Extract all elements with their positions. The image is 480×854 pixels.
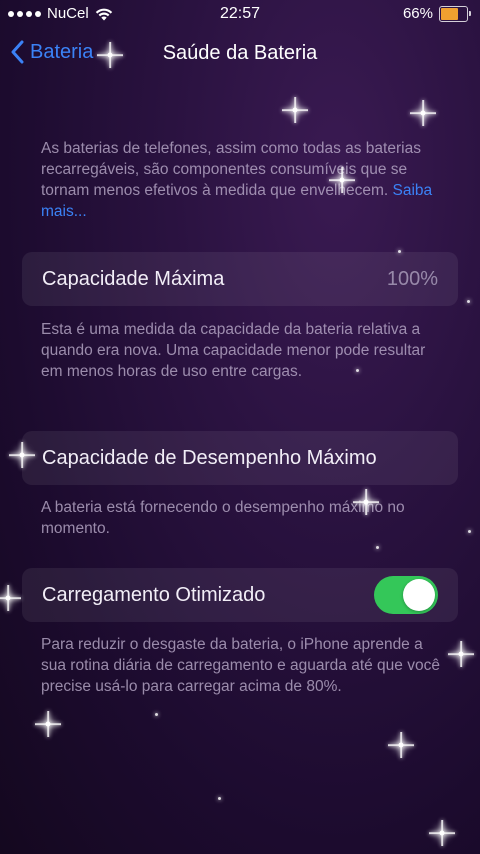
max-capacity-footer: Esta é uma medida da capacidade da bater…	[41, 321, 426, 380]
toggle-knob	[403, 579, 435, 611]
max-capacity-row: Capacidade Máxima 100%	[22, 252, 458, 306]
peak-performance-label: Capacidade de Desempenho Máximo	[42, 447, 377, 469]
optimized-charging-footer: Para reduzir o desgaste da bateria, o iP…	[41, 636, 440, 695]
status-right: 66%	[402, 5, 471, 22]
max-capacity-value: 100%	[386, 268, 438, 290]
peak-performance-row: Capacidade de Desempenho Máximo	[22, 431, 458, 485]
navigation-bar: Bateria Saúde da Bateria	[0, 32, 480, 76]
battery-icon	[439, 5, 471, 22]
speck-decoration	[468, 530, 471, 533]
page-title: Saúde da Bateria	[162, 42, 318, 64]
peak-performance-footer: A bateria está fornecendo o desempenho m…	[41, 499, 405, 537]
optimized-charging-label: Carregamento Otimizado	[42, 584, 266, 606]
speck-decoration	[467, 300, 470, 303]
optimized-charging-row: Carregamento Otimizado	[22, 568, 458, 622]
status-bar: NuCel 22:57 66%	[0, 0, 480, 28]
speck-decoration	[376, 546, 379, 549]
speck-decoration	[155, 713, 158, 716]
max-capacity-label: Capacidade Máxima	[42, 268, 225, 290]
intro-text: As baterias de telefones, assim como tod…	[41, 140, 421, 199]
optimized-charging-toggle[interactable]	[374, 576, 438, 614]
speck-decoration	[398, 250, 401, 253]
speck-decoration	[218, 797, 221, 800]
speck-decoration	[356, 369, 359, 372]
intro-description: As baterias de telefones, assim como tod…	[41, 138, 441, 222]
battery-percent: 66%	[402, 5, 433, 22]
